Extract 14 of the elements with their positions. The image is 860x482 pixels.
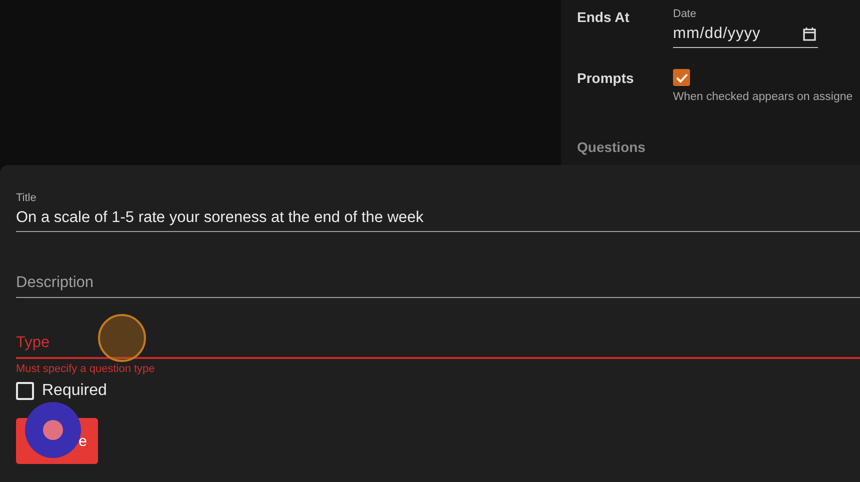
description-field[interactable]: Description [16,268,860,298]
error-text: Must specify a question type [16,363,155,375]
field-label: Prompts [577,69,635,88]
type-field[interactable]: Type [16,328,860,359]
checkbox-label: Required [42,382,107,400]
hint-text: When checked appears on assigne [673,91,853,103]
field-label: Ends At [577,8,630,27]
section-heading: Questions [577,139,646,155]
field-label: Date [673,8,696,20]
checkbox[interactable] [673,69,690,86]
calendar-icon[interactable] [803,27,816,41]
touch-indicator [98,314,146,362]
title-field[interactable]: Title On a scale of 1-5 rate your soreness at the end of the week [16,192,860,232]
date-field[interactable]: mm/dd/yyyy [673,21,818,48]
